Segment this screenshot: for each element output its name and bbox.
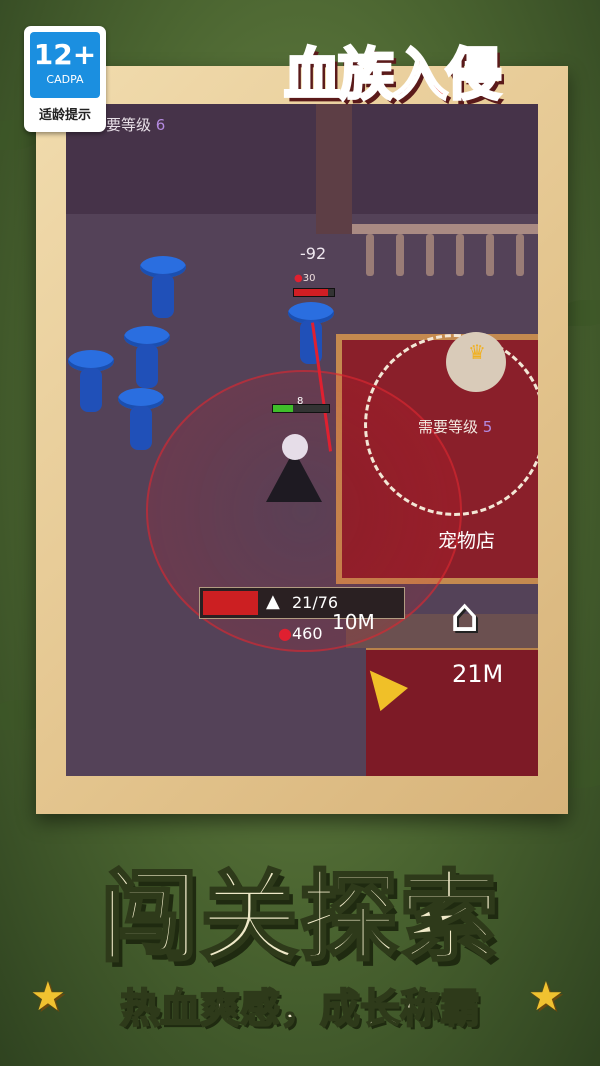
gem-icon: ●	[278, 624, 292, 643]
rating-org: CADPA	[46, 73, 84, 86]
enemy-vampire-hunter[interactable]	[118, 388, 164, 458]
level-requirement-prefix: 需要等级	[418, 418, 479, 436]
gem-counter: ●460	[278, 624, 323, 643]
tagline: 热血爽感，成长称霸	[119, 985, 481, 1033]
enemy-vampire-hunter-target[interactable]	[288, 302, 334, 372]
balcony-post	[426, 234, 434, 276]
game-title-logo: 血族入侵	[283, 30, 584, 130]
player-level: 8	[297, 396, 304, 407]
level-requirement-value: 6	[155, 116, 166, 134]
weight-icon: ▲	[266, 591, 280, 612]
balcony-post	[486, 234, 494, 276]
player-vampire[interactable]	[266, 430, 322, 510]
enemy-vampire-hunter[interactable]	[140, 256, 186, 326]
age-rating-badge: 12+ CADPA 适龄提示	[24, 26, 106, 132]
game-scene: ♛ 要等级 6 -92 ●30 8 需要等级 5 宠物店 ▲ 21/76 ●46…	[66, 104, 538, 776]
enemy-gem-counter: ●30	[294, 273, 315, 284]
distance-home: 21M	[452, 660, 504, 688]
level-requirement-shop: 需要等级 5	[418, 416, 492, 437]
home-icon[interactable]: ⌂	[450, 592, 479, 638]
star-icon: ★	[528, 974, 564, 1020]
balcony-post	[396, 234, 404, 276]
enemy-vampire-hunter[interactable]	[68, 350, 114, 420]
crown-icon: ♛	[468, 340, 486, 364]
distance-near: 10M	[332, 610, 375, 634]
game-title: 血族入侵	[283, 42, 504, 110]
balcony-rail	[352, 224, 538, 234]
pet-shop-label: 宠物店	[438, 530, 496, 552]
gem-icon: ●	[294, 273, 303, 284]
level-requirement-prefix: 要等级	[106, 116, 152, 134]
gem-count: 460	[291, 624, 323, 643]
level-requirement-top: 要等级 6	[106, 114, 165, 135]
enemy-health-bar	[293, 288, 335, 297]
level-requirement-value: 5	[482, 418, 493, 436]
balcony-post	[516, 234, 524, 276]
balcony-post	[366, 234, 374, 276]
headline: 闯关探索	[98, 860, 500, 977]
enemy-gem-count: 30	[302, 273, 316, 284]
balcony-post	[456, 234, 464, 276]
age-rating: 12+	[33, 38, 97, 71]
rating-label: 适龄提示	[38, 108, 91, 123]
damage-popup: -92	[300, 244, 327, 263]
enemy-vampire-hunter[interactable]	[124, 326, 170, 396]
